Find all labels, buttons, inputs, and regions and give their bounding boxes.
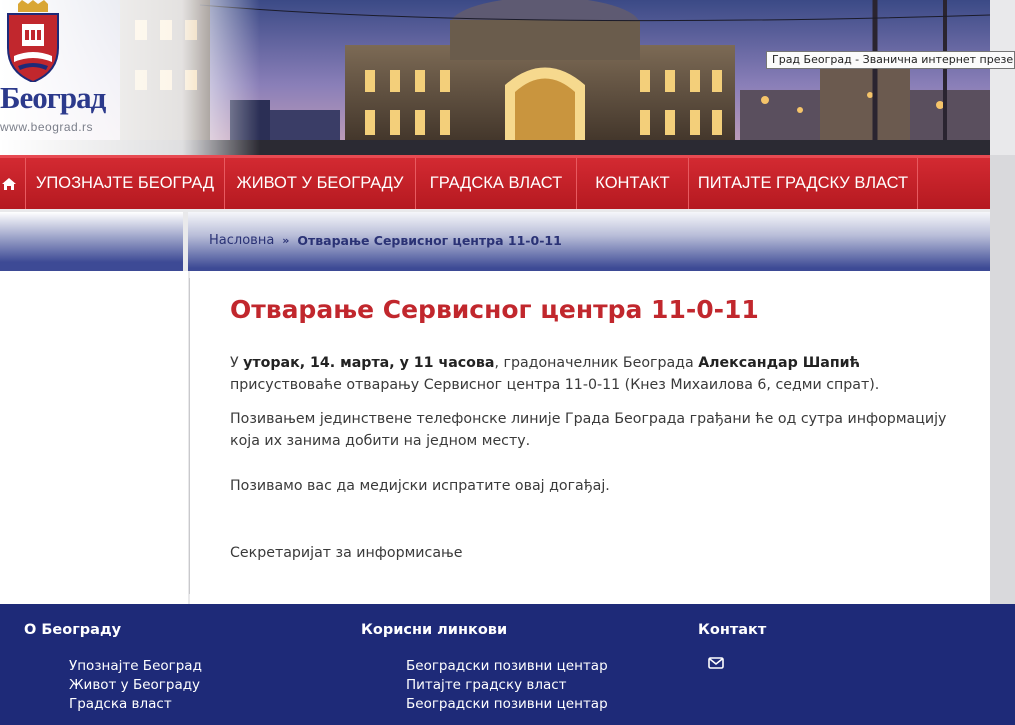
logo-url: www.beograd.rs [0, 120, 94, 134]
footer-link[interactable]: Упознајте Београд [69, 657, 202, 676]
nav-item-zivot-u-beogradu[interactable]: Живот у Београду [225, 158, 416, 209]
tooltip: Град Београд - Званична интернет презент… [766, 51, 1015, 69]
coat-of-arms-icon [7, 0, 59, 82]
footer-col-about: О Београду Упознајте Београд Живот у Бео… [24, 622, 202, 712]
logo[interactable]: Београд www.beograd.rs [0, 0, 150, 155]
article-paragraph-2: Позивањем јединствене телефонске линије … [230, 411, 947, 449]
footer-links-useful: Београдски позивни центар Питајте градск… [406, 657, 608, 714]
content-divider [189, 278, 190, 594]
page-title: Отварање Сервисног центра 11-0-11 [230, 295, 759, 324]
breadcrumb-separator: » [282, 234, 290, 247]
article-paragraph-1: У уторак, 14. марта, у 11 часова, градон… [230, 355, 880, 393]
logo-text: Београд [0, 80, 106, 115]
footer-link[interactable]: Живот у Београду [69, 676, 202, 695]
breadcrumb-bar: Насловна » Отварање Сервисног центра 11-… [188, 212, 990, 271]
footer-link[interactable]: Београдски позивни центар [406, 695, 608, 714]
nav-item-kontakt[interactable]: Контакт [577, 158, 689, 209]
nav-item-upoznajte-beograd[interactable]: Упознајте Београд [26, 158, 225, 209]
nav-item-pitajte-gradsku-vlast[interactable]: Питајте градску власт [689, 158, 918, 209]
footer-link[interactable]: Градска власт [69, 695, 202, 714]
main-nav: Упознајте Београд Живот у Београду Градс… [0, 155, 1015, 209]
breadcrumb-home-link[interactable]: Насловна [209, 233, 274, 248]
footer-col-useful-links: Корисни линкови Београдски позивни цента… [361, 622, 608, 712]
footer-link[interactable]: Питајте градску власт [406, 676, 608, 695]
footer-heading-contact: Контакт [698, 622, 767, 638]
breadcrumb-current: Отварање Сервисног центра 11-0-11 [297, 233, 562, 248]
footer: О Београду Упознајте Београд Живот у Бео… [0, 604, 1015, 725]
footer-heading-about: О Београду [24, 622, 122, 638]
nav-home[interactable] [0, 158, 26, 209]
article-signature: Секретаријат за информисање [230, 545, 463, 561]
footer-links-about: Упознајте Београд Живот у Београду Градс… [69, 657, 202, 714]
nav-item-gradska-vlast[interactable]: Градска власт [416, 158, 577, 209]
sidebar [0, 271, 188, 604]
home-icon [1, 177, 16, 190]
article: Отварање Сервисног центра 11-0-11 У утор… [190, 271, 990, 604]
footer-heading-useful-links: Корисни линкови [361, 622, 508, 638]
header-banner: Београд www.beograd.rs [0, 0, 990, 155]
footer-link[interactable]: Београдски позивни центар [406, 657, 608, 676]
article-paragraph-3: Позивамо вас да медијски испратите овај … [230, 478, 610, 494]
sidebar-header [0, 212, 183, 271]
breadcrumb: Насловна » Отварање Сервисног центра 11-… [209, 233, 562, 248]
footer-col-contact: Контакт [698, 622, 767, 669]
page-edge [990, 155, 1015, 604]
envelope-icon[interactable] [708, 657, 724, 669]
